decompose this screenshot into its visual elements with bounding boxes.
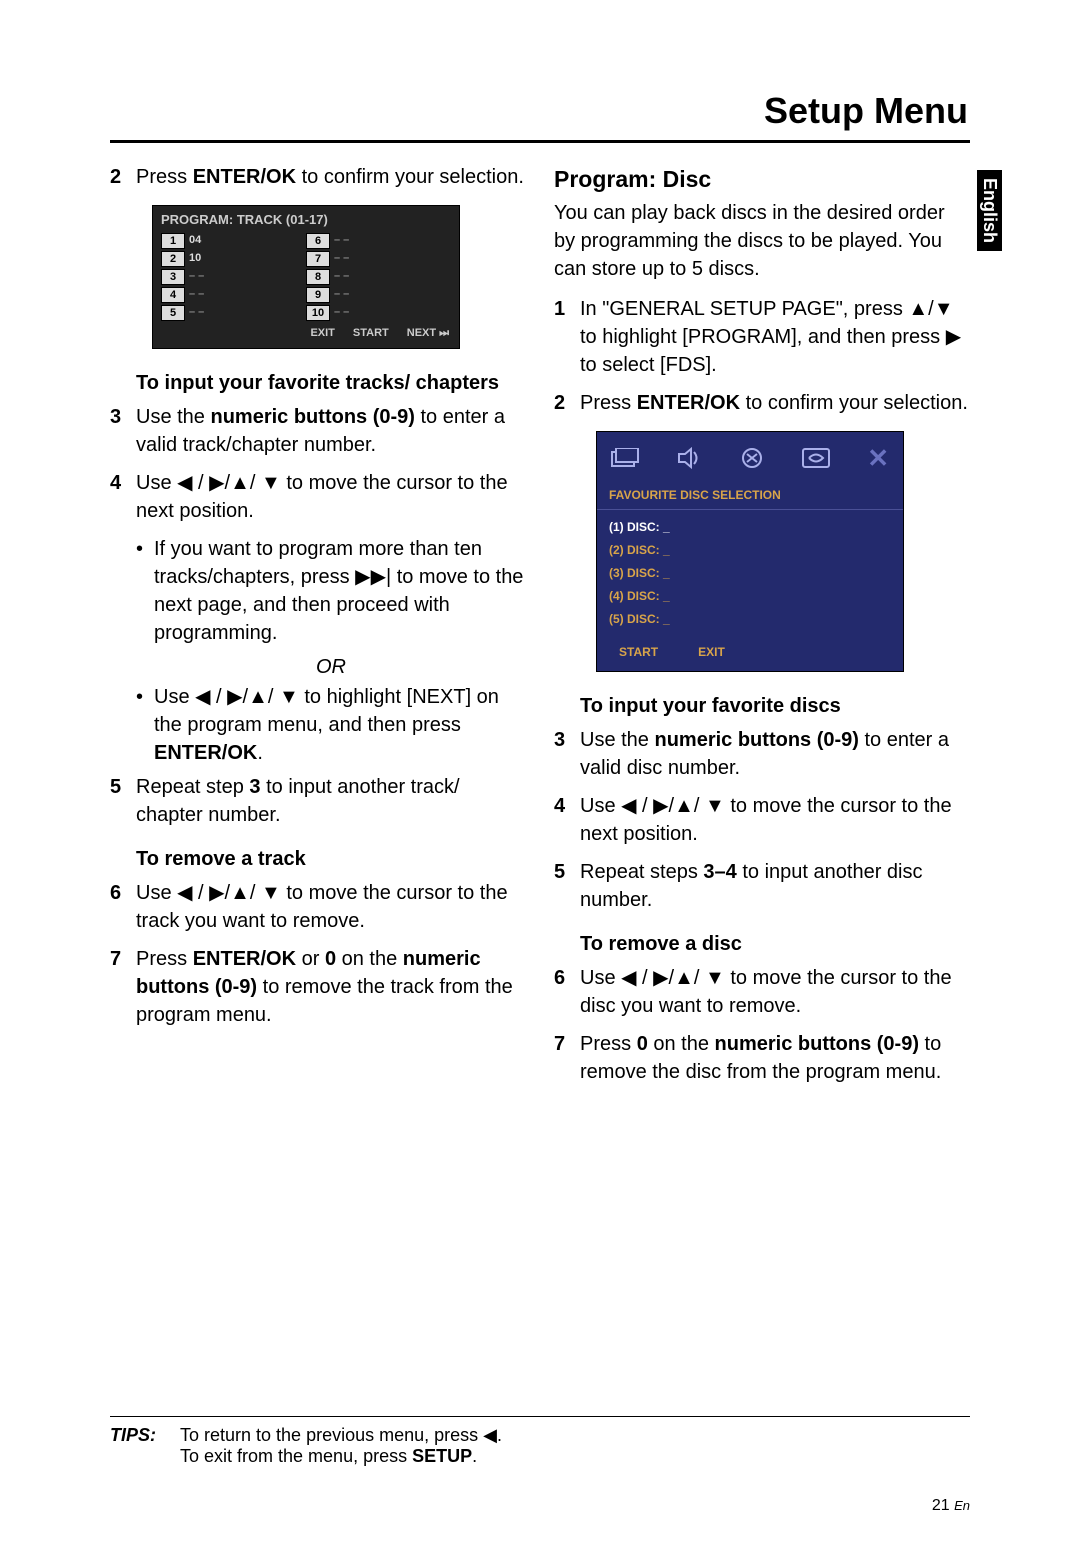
or-label: OR	[136, 653, 526, 681]
step-number: 5	[554, 858, 580, 914]
disc-slot: (4) DISC: _	[609, 585, 891, 608]
subheading: To input your favorite discs	[580, 692, 970, 720]
subheading: To remove a disc	[580, 930, 970, 958]
step-text: Press ENTER/OK to confirm your selection…	[580, 389, 970, 417]
osd-start: START	[619, 644, 658, 661]
bullet-item: Use ◀ / ▶/▲/ ▼ to highlight [NEXT] on th…	[136, 683, 526, 767]
page-title: Setup Menu	[110, 90, 968, 132]
step-number: 7	[554, 1030, 580, 1086]
tips-divider	[110, 1416, 970, 1417]
step-number: 3	[554, 726, 580, 782]
step-text: Use the numeric buttons (0-9) to enter a…	[136, 403, 526, 459]
disc-slot: (2) DISC: _	[609, 539, 891, 562]
speaker-icon	[677, 447, 703, 469]
language-tab: English	[977, 170, 1002, 251]
tips-label: TIPS:	[110, 1425, 180, 1467]
step-number: 6	[110, 879, 136, 935]
step-number: 4	[554, 792, 580, 848]
next-icon: ⏭	[439, 326, 449, 341]
manual-page: Setup Menu English 2 Press ENTER/OK to c…	[0, 0, 1080, 1548]
step-number: 2	[554, 389, 580, 417]
section-title: Program: Disc	[554, 163, 970, 195]
step-text: Use ◀ / ▶/▲/ ▼ to move the cursor to the…	[136, 469, 526, 525]
step-text: Use ◀ / ▶/▲/ ▼ to move the cursor to the…	[136, 879, 526, 935]
step-text: In "GENERAL SETUP PAGE", press ▲/▼ to hi…	[580, 295, 970, 379]
intro-text: You can play back discs in the desired o…	[554, 199, 970, 283]
video-setup-icon	[801, 447, 831, 469]
osd-disc-list: (1) DISC: _ (2) DISC: _ (3) DISC: _ (4) …	[597, 510, 903, 640]
bullet-item: If you want to program more than ten tra…	[136, 535, 526, 647]
osd-title: PROGRAM: TRACK (01-17)	[153, 206, 459, 232]
step-text: Use the numeric buttons (0-9) to enter a…	[580, 726, 970, 782]
tips-text: To return to the previous menu, press ◀.…	[180, 1425, 502, 1467]
subheading: To input your favorite tracks/ chapters	[136, 369, 526, 397]
step-number: 1	[554, 295, 580, 379]
step-text: Use ◀ / ▶/▲/ ▼ to move the cursor to the…	[580, 964, 970, 1020]
subheading: To remove a track	[136, 845, 526, 873]
right-column: Program: Disc You can play back discs in…	[554, 163, 970, 1096]
osd-col-1: 104 210 3– – 4– – 5– –	[161, 232, 306, 322]
step-text: Repeat steps 3–4 to input another disc n…	[580, 858, 970, 914]
osd-start: START	[353, 326, 389, 341]
disc-slot: (3) DISC: _	[609, 562, 891, 585]
favourite-disc-osd: ✕ FAVOURITE DISC SELECTION (1) DISC: _ (…	[596, 431, 904, 672]
disc-slot: (1) DISC: _	[609, 516, 891, 539]
step-text: Use ◀ / ▶/▲/ ▼ to move the cursor to the…	[580, 792, 970, 848]
title-divider	[110, 140, 970, 143]
step-text: Press ENTER/OK or 0 on the numeric butto…	[136, 945, 526, 1029]
step-number: 5	[110, 773, 136, 829]
osd-tab-icons: ✕	[597, 432, 903, 484]
step-number: 2	[110, 163, 136, 191]
step-number: 7	[110, 945, 136, 1029]
step-text: Press 0 on the numeric buttons (0-9) to …	[580, 1030, 970, 1086]
tips-block: TIPS: To return to the previous menu, pr…	[110, 1425, 970, 1467]
osd-exit: EXIT	[698, 644, 725, 661]
disc-slot: (5) DISC: _	[609, 608, 891, 631]
step-text: Repeat step 3 to input another track/ ch…	[136, 773, 526, 829]
osd-exit: EXIT	[310, 326, 334, 341]
page-number: 21 En	[110, 1497, 970, 1515]
left-column: 2 Press ENTER/OK to confirm your selecti…	[110, 163, 526, 1096]
step-text: Press ENTER/OK to confirm your selection…	[136, 163, 526, 191]
osd-col-2: 6– – 7– – 8– – 9– – 10– –	[306, 232, 451, 322]
program-track-osd: PROGRAM: TRACK (01-17) 104 210 3– – 4– –…	[152, 205, 460, 349]
osd-next: NEXT ⏭	[407, 326, 449, 341]
close-icon: ✕	[867, 440, 889, 476]
general-setup-icon	[611, 448, 641, 468]
dolby-icon	[739, 447, 765, 469]
step-number: 3	[110, 403, 136, 459]
step-number: 4	[110, 469, 136, 525]
step-number: 6	[554, 964, 580, 1020]
osd-title: FAVOURITE DISC SELECTION	[597, 485, 903, 511]
